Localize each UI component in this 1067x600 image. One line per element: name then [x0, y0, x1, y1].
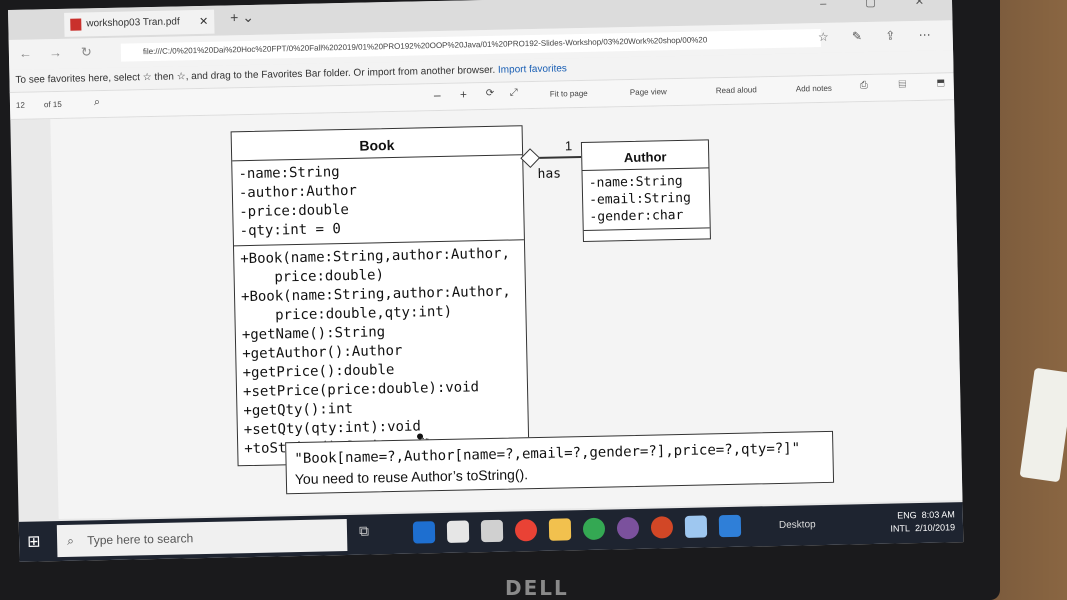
print-save-icons[interactable]: ⎙ ▤ ⬒ ⇲ — [860, 77, 964, 91]
tostring-note: "Book[name=?,Author[name=?,email=?,gende… — [285, 430, 835, 495]
zoom-out-icon[interactable]: – — [434, 88, 441, 102]
favorites-hint: To see favorites here, select ☆ then ☆, … — [15, 64, 496, 86]
author-attributes: -name:String -email:String -gender:char — [582, 168, 710, 231]
task-view-icon[interactable]: ⧉ — [359, 522, 381, 544]
book-class-box: Book -name:String -author:Author -price:… — [230, 125, 530, 467]
laptop-bezel: workshop03 Tran.pdf ✕ + ⌄ – ▢ ✕ ← → ↻ fi… — [0, 0, 1000, 600]
close-tab-icon[interactable]: ✕ — [199, 10, 209, 34]
system-tray[interactable]: ENG 8:03 AM INTL 2/10/2019 — [890, 508, 955, 535]
author-class-name: Author — [581, 140, 709, 172]
window-controls[interactable]: – ▢ ✕ — [820, 0, 942, 10]
browser-toolbar-icons[interactable]: ☆ ✎ ⇪ ⋯ — [818, 27, 941, 44]
file-explorer-icon[interactable] — [548, 518, 572, 541]
mail-icon[interactable] — [480, 519, 504, 543]
chrome-alt-icon[interactable] — [582, 517, 606, 541]
taskbar-search[interactable]: ⌕ Type here to search — [56, 519, 348, 558]
app-icon[interactable] — [684, 515, 708, 538]
browser-tab[interactable]: workshop03 Tran.pdf ✕ — [64, 9, 215, 37]
clock-date: 2/10/2019 — [914, 522, 956, 534]
screen: workshop03 Tran.pdf ✕ + ⌄ – ▢ ✕ ← → ↻ fi… — [8, 0, 964, 562]
pdf-icon — [70, 18, 82, 31]
keyboard-layout: INTL — [890, 523, 911, 534]
clock-time: 8:03 AM — [921, 509, 955, 520]
author-operations — [584, 228, 710, 241]
tab-title: workshop03 Tran.pdf — [86, 16, 180, 30]
read-aloud-button[interactable]: Read aloud — [716, 85, 757, 95]
add-notes-button[interactable]: Add notes — [796, 84, 832, 94]
rotate-icon[interactable]: ⟳ — [486, 88, 495, 99]
author-class-box: Author -name:String -email:String -gende… — [580, 139, 711, 243]
search-placeholder: Type here to search — [86, 531, 194, 548]
desktop-toolbar[interactable]: Desktop — [779, 519, 816, 531]
search-icon: ⌕ — [66, 533, 75, 548]
windows-start-icon[interactable]: ⊞ — [27, 531, 45, 550]
chrome-icon[interactable] — [514, 519, 538, 542]
search-icon[interactable]: ⌕ — [94, 96, 100, 109]
ie-icon[interactable] — [718, 514, 742, 538]
new-tab-icon[interactable]: + ⌄ — [230, 9, 254, 26]
refresh-icon[interactable]: ↻ — [81, 44, 92, 60]
viber-icon[interactable] — [616, 516, 640, 540]
author-attr: -email:String — [588, 190, 691, 208]
book-attributes: -name:String -author:Author -price:doubl… — [232, 155, 524, 247]
fit-to-page-button[interactable]: Fit to page — [550, 89, 588, 99]
pdf-page: Book -name:String -author:Author -price:… — [50, 100, 963, 520]
zoom-in-icon[interactable]: + — [460, 87, 467, 101]
forward-icon[interactable]: → — [49, 45, 62, 60]
author-attr: -gender:char — [589, 207, 684, 225]
language: ENG — [897, 510, 917, 521]
edge-icon[interactable] — [412, 521, 436, 544]
back-icon[interactable]: ← — [19, 46, 32, 61]
page-count: of 15 — [43, 99, 62, 110]
dell-logo: DELL — [505, 576, 569, 600]
association-label: has — [537, 166, 562, 182]
page-number-input[interactable]: 12 — [16, 101, 25, 110]
multiplicity-label: 1 — [564, 138, 573, 154]
book-operations: +Book(name:String,author:Author, price:d… — [234, 240, 529, 465]
page-view-button[interactable]: Page view — [630, 87, 667, 97]
powerpoint-icon[interactable] — [650, 516, 674, 539]
store-icon[interactable] — [446, 520, 470, 543]
fullscreen-icon[interactable]: ⤢ — [510, 87, 518, 98]
import-favorites-link[interactable]: Import favorites — [498, 63, 567, 75]
